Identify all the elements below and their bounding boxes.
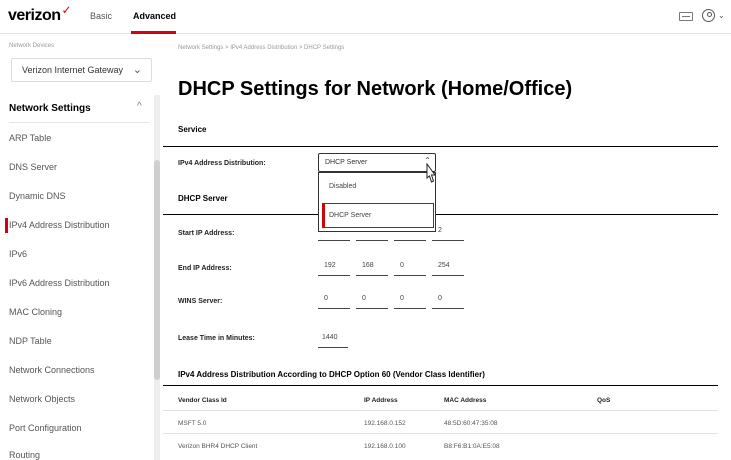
sidebar-item-ipv6-address-distribution[interactable]: IPv6 Address Distribution xyxy=(9,278,110,288)
column-header-qos: QoS xyxy=(597,397,611,404)
sidebar-item-network-connections[interactable]: Network Connections xyxy=(9,365,95,375)
device-name: Verizon Internet Gateway xyxy=(22,65,124,75)
ipv4-distribution-dropdown: Disabled DHCP Server xyxy=(318,172,436,232)
wins-octet-4[interactable]: 0 xyxy=(432,291,464,309)
chevron-down-icon[interactable]: ⌄ xyxy=(718,11,725,20)
end-ip-label: End IP Address: xyxy=(178,265,232,272)
wins-octet-1[interactable]: 0 xyxy=(318,291,350,309)
active-tab-indicator xyxy=(131,31,176,34)
section-divider xyxy=(163,146,718,147)
start-ip-label: Start IP Address: xyxy=(178,230,235,237)
tab-advanced[interactable]: Advanced xyxy=(133,11,176,21)
sidebar-item-ipv4-address-distribution[interactable]: IPv4 Address Distribution xyxy=(9,220,110,230)
sidebar-item-port-configuration[interactable]: Port Configuration xyxy=(9,423,82,433)
column-header-vendor-class-id: Vendor Class Id xyxy=(178,397,227,404)
active-item-indicator xyxy=(5,218,8,233)
sidebar-item-dns-server[interactable]: DNS Server xyxy=(9,162,57,172)
breadcrumb[interactable]: Network Settings > IPv4 Address Distribu… xyxy=(178,45,344,51)
divider xyxy=(9,122,149,123)
lease-time-label: Lease Time in Minutes: xyxy=(178,335,255,342)
cell-ip-address: 192.168.0.152 xyxy=(364,420,406,427)
section-divider xyxy=(163,214,718,215)
logo-text: verizon xyxy=(8,7,61,24)
ipv4-distribution-select[interactable]: DHCP Server ⌃ xyxy=(318,153,436,172)
top-navigation-bar: verizon✓ Basic Advanced ⌄ xyxy=(0,0,731,34)
dropdown-option-disabled[interactable]: Disabled xyxy=(329,183,356,190)
device-caption: Network Devices xyxy=(9,43,55,49)
table-row-divider xyxy=(163,433,718,434)
tab-basic[interactable]: Basic xyxy=(90,11,112,21)
sidebar-scrollbar-thumb[interactable] xyxy=(154,160,160,380)
end-ip-octet-4[interactable]: 254 xyxy=(432,258,464,276)
end-ip-octet-2[interactable]: 168 xyxy=(356,258,388,276)
cell-ip-address: 192.168.0.100 xyxy=(364,443,406,450)
dropdown-option-dhcp-server[interactable]: DHCP Server xyxy=(329,212,371,219)
page-title: DHCP Settings for Network (Home/Office) xyxy=(178,78,573,100)
sidebar-item-routing[interactable]: Routing xyxy=(9,450,40,460)
chevron-down-icon: ⌄ xyxy=(132,64,142,76)
logo-check-icon: ✓ xyxy=(61,3,72,17)
start-ip-octet-4[interactable]: 2 xyxy=(432,223,464,241)
cell-mac-address: B8:F6:B1:0A:E5:08 xyxy=(444,443,500,450)
select-value: DHCP Server xyxy=(325,159,368,166)
sidebar-item-dynamic-dns[interactable]: Dynamic DNS xyxy=(9,191,66,201)
sidebar-item-mac-cloning[interactable]: MAC Cloning xyxy=(9,307,62,317)
user-icon[interactable] xyxy=(702,9,715,22)
wins-server-label: WINS Server: xyxy=(178,298,223,305)
cell-vendor-class-id: MSFT 5.0 xyxy=(178,420,207,427)
sidebar-section-network-settings[interactable]: Network Settings xyxy=(9,103,91,114)
column-header-mac-address: MAC Address xyxy=(444,397,487,404)
chevron-up-icon[interactable]: ^ xyxy=(137,101,142,112)
dropdown-highlight-bar xyxy=(322,203,325,228)
cell-vendor-class-id: Verizon BHR4 DHCP Client xyxy=(178,443,258,450)
end-ip-octet-3[interactable]: 0 xyxy=(394,258,426,276)
ipv4-distribution-label: IPv4 Address Distribution: xyxy=(178,160,266,167)
section-divider xyxy=(163,385,718,386)
wins-octet-2[interactable]: 0 xyxy=(356,291,388,309)
message-icon[interactable] xyxy=(679,12,693,21)
table-row-divider xyxy=(163,410,718,411)
section-title-option-60: IPv4 Address Distribution According to D… xyxy=(178,370,485,379)
verizon-logo[interactable]: verizon✓ xyxy=(8,3,72,25)
section-title-service: Service xyxy=(178,125,207,134)
sidebar-item-ipv6[interactable]: IPv6 xyxy=(9,249,27,259)
device-selector[interactable]: Verizon Internet Gateway ⌄ xyxy=(11,58,152,82)
sidebar-item-arp-table[interactable]: ARP Table xyxy=(9,133,51,143)
column-header-ip-address: IP Address xyxy=(364,397,398,404)
cell-mac-address: 48:5D:60:47:35:08 xyxy=(444,420,498,427)
section-title-dhcp-server: DHCP Server xyxy=(178,194,228,203)
sidebar-item-ndp-table[interactable]: NDP Table xyxy=(9,336,52,346)
mouse-cursor-icon xyxy=(426,163,436,183)
wins-octet-3[interactable]: 0 xyxy=(394,291,426,309)
end-ip-octet-1[interactable]: 192 xyxy=(318,258,350,276)
lease-time-input[interactable]: 1440 xyxy=(318,330,348,348)
sidebar: Network Devices Verizon Internet Gateway… xyxy=(0,35,160,460)
sidebar-item-network-objects[interactable]: Network Objects xyxy=(9,394,75,404)
